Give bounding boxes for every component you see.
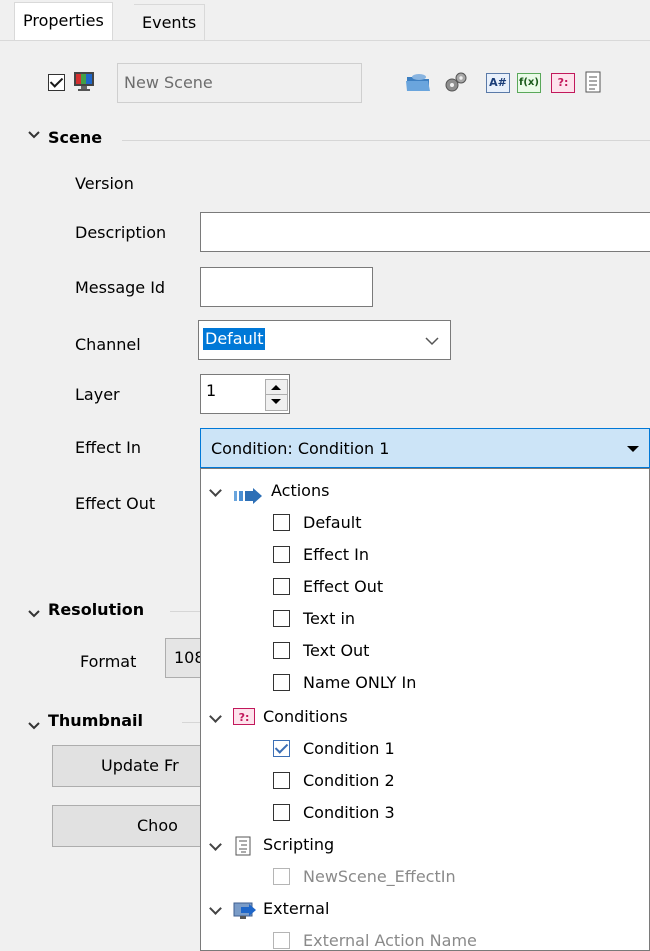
item-checkbox[interactable] — [273, 610, 290, 627]
update-thumbnail-button[interactable]: Update Fr — [52, 745, 212, 787]
item-checkbox[interactable] — [273, 642, 290, 659]
tree-item-label: Text Out — [303, 641, 370, 660]
effect-in-dropdown-list: Actions Default Effect In Effect Out Tex… — [200, 468, 650, 951]
group-expand-chevron-icon[interactable] — [210, 713, 220, 723]
script-icon[interactable] — [585, 71, 601, 93]
tree-item-external-action-name[interactable]: External Action Name — [201, 925, 641, 950]
text-var-icon[interactable]: A# — [486, 73, 510, 93]
thumbnail-collapse-chevron-icon[interactable] — [28, 716, 40, 735]
resolution-collapse-chevron-icon[interactable] — [28, 604, 40, 623]
tree-group-label: Conditions — [263, 707, 348, 726]
tree-group-external[interactable]: External — [201, 893, 641, 925]
scene-section-title: Scene — [48, 128, 103, 147]
tree-item-label: Effect Out — [303, 577, 384, 596]
item-checkbox[interactable] — [273, 578, 290, 595]
tree-item-label: Condition 1 — [303, 739, 395, 758]
chevron-down-icon — [425, 337, 439, 346]
effect-in-select[interactable]: Condition: Condition 1 — [200, 428, 650, 468]
layer-stepper[interactable] — [265, 379, 288, 411]
layer-label: Layer — [75, 385, 120, 404]
description-input[interactable] — [200, 212, 650, 252]
scene-enabled-checkbox[interactable] — [48, 74, 65, 91]
folder-icon[interactable] — [405, 71, 431, 93]
tree-item-label: Effect In — [303, 545, 369, 564]
function-icon[interactable]: f(x) — [517, 73, 541, 93]
format-label: Format — [80, 652, 137, 671]
resolution-section-divider — [170, 611, 200, 612]
tree-item-label: Condition 2 — [303, 771, 395, 790]
message-id-label: Message Id — [75, 278, 166, 297]
scene-section-divider — [122, 140, 650, 141]
tree-item-effect-in[interactable]: Effect In — [201, 539, 641, 571]
tree-item-label: NewScene_EffectIn — [303, 867, 456, 886]
tree-item-effect-out[interactable]: Effect Out — [201, 571, 641, 603]
tab-divider — [0, 40, 650, 41]
tree-item-text-out[interactable]: Text Out — [201, 635, 641, 667]
gears-icon[interactable] — [443, 71, 469, 93]
tree-item-label: Text in — [303, 609, 356, 628]
tree-group-label: External — [263, 899, 330, 918]
tree-item-label: External Action Name — [303, 931, 477, 950]
item-checkbox[interactable] — [273, 932, 290, 949]
item-checkbox[interactable] — [273, 868, 290, 885]
tree-item-text-in[interactable]: Text in — [201, 603, 641, 635]
tree-item-script-newscene-effectin[interactable]: NewScene_EffectIn — [201, 861, 641, 893]
effect-in-value: Condition: Condition 1 — [211, 439, 390, 458]
choose-thumbnail-button[interactable]: Choo — [52, 805, 212, 847]
format-select[interactable]: 108 — [165, 638, 205, 678]
thumbnail-section-title: Thumbnail — [48, 711, 143, 730]
tree-group-scripting[interactable]: Scripting — [201, 829, 641, 861]
tree-item-default[interactable]: Default — [201, 507, 641, 539]
description-label: Description — [75, 223, 167, 242]
scene-collapse-chevron-icon[interactable] — [28, 128, 40, 144]
layer-spinner[interactable]: 1 — [200, 374, 290, 414]
item-checkbox[interactable] — [273, 546, 290, 563]
stepper-up-icon[interactable] — [271, 385, 281, 390]
tree-item-label: Default — [303, 513, 362, 532]
tree-item-name-only-in[interactable]: Name ONLY In — [201, 667, 641, 699]
item-checkbox[interactable] — [273, 804, 290, 821]
thumbnail-section-divider — [182, 722, 200, 723]
tree-item-label: Name ONLY In — [303, 673, 417, 692]
channel-value: Default — [203, 328, 266, 350]
tree-item-condition-2[interactable]: Condition 2 — [201, 765, 641, 797]
condition-icon[interactable]: ?: — [551, 73, 575, 93]
layer-value: 1 — [206, 381, 217, 400]
resolution-section-title: Resolution — [48, 600, 145, 619]
tree-group-label: Scripting — [263, 835, 335, 854]
tree-group-actions[interactable]: Actions — [201, 475, 641, 507]
stepper-down-icon[interactable] — [271, 399, 281, 404]
scene-name-input[interactable]: New Scene — [117, 63, 362, 103]
effect-out-label: Effect Out — [75, 494, 156, 513]
channel-select[interactable]: Default — [198, 320, 451, 360]
tree-group-conditions[interactable]: ?: Conditions — [201, 701, 641, 733]
item-checkbox[interactable] — [273, 740, 290, 757]
tree-group-label: Actions — [271, 481, 330, 500]
version-label: Version — [75, 174, 134, 193]
tab-properties[interactable]: Properties — [14, 2, 113, 40]
item-checkbox[interactable] — [273, 772, 290, 789]
tree-item-label: Condition 3 — [303, 803, 395, 822]
message-id-input[interactable] — [200, 267, 373, 307]
channel-label: Channel — [75, 335, 141, 354]
group-expand-chevron-icon[interactable] — [210, 841, 220, 851]
effect-in-label: Effect In — [75, 438, 141, 457]
tab-events[interactable]: Events — [134, 4, 206, 40]
dropdown-arrow-icon[interactable] — [627, 446, 639, 452]
item-checkbox[interactable] — [273, 674, 290, 691]
tree-item-condition-3[interactable]: Condition 3 — [201, 797, 641, 829]
condition-icon: ?: — [233, 708, 255, 725]
group-expand-chevron-icon[interactable] — [210, 905, 220, 915]
monitor-icon — [73, 71, 95, 91]
group-expand-chevron-icon[interactable] — [210, 487, 220, 497]
item-checkbox[interactable] — [273, 514, 290, 531]
tree-item-condition-1[interactable]: Condition 1 — [201, 733, 641, 765]
